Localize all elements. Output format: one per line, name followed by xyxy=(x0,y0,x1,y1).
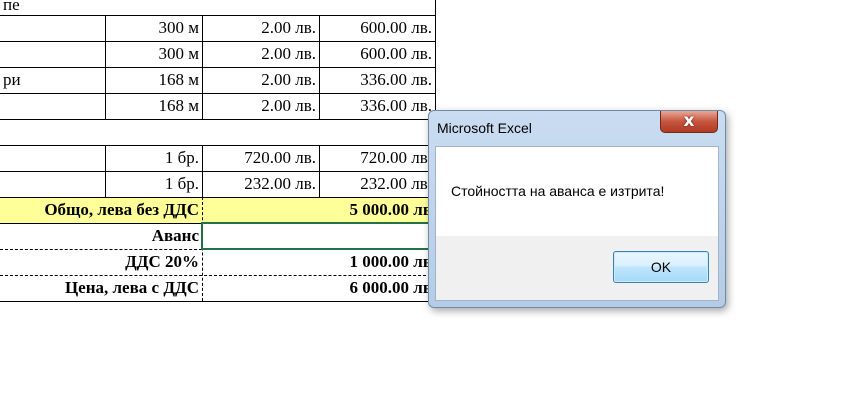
close-button[interactable]: x xyxy=(660,111,718,133)
item-desc-cell[interactable] xyxy=(0,42,105,68)
total-label-cell[interactable]: Цена, лева с ДДС xyxy=(0,276,202,302)
item-qty-cell[interactable]: 168 м xyxy=(105,94,202,120)
item-qty-cell[interactable]: 300 м xyxy=(105,16,202,42)
item-desc-cell[interactable] xyxy=(0,94,105,120)
grid-line xyxy=(0,275,436,276)
item-price-cell[interactable]: 232.00 лв. xyxy=(202,172,319,198)
grid-line xyxy=(0,145,436,146)
item-qty-cell[interactable]: 1 бр. xyxy=(105,146,202,172)
vat-value-cell[interactable]: 1 000.00 лв xyxy=(202,250,435,276)
grid-line xyxy=(202,145,203,197)
item-price-cell[interactable]: 720.00 лв. xyxy=(202,146,319,172)
grid-line xyxy=(0,41,436,42)
item-desc-cell[interactable] xyxy=(0,16,105,42)
dialog-message: Стойността на аванса е изтрита! xyxy=(451,183,665,199)
subtotal-label-cell[interactable]: Общо, лева без ДДС xyxy=(0,198,202,224)
subtotal-value-cell[interactable]: 5 000.00 лв xyxy=(202,198,435,224)
item-desc-cell[interactable] xyxy=(0,120,105,146)
item-desc-cell[interactable] xyxy=(0,146,105,172)
grid-line xyxy=(105,145,106,197)
dialog-title: Microsoft Excel xyxy=(437,120,532,136)
item-qty-cell[interactable]: 300 м xyxy=(105,42,202,68)
ok-button[interactable]: OK xyxy=(613,251,709,283)
item-total-cell[interactable]: 600.00 лв. xyxy=(319,16,435,42)
grid-line xyxy=(0,67,436,68)
item-desc-cell[interactable]: ри xyxy=(0,68,105,94)
message-dialog[interactable]: Microsoft Excel x Стойността на аванса е… xyxy=(428,110,726,308)
grid-line xyxy=(0,197,436,198)
grid-line xyxy=(0,171,436,172)
grid-line xyxy=(0,15,436,16)
advance-label-cell[interactable]: Аванс xyxy=(0,224,202,250)
item-qty-cell[interactable]: 168 м xyxy=(105,68,202,94)
dialog-body: Стойността на аванса е изтрита! OK xyxy=(435,146,719,301)
item-total-cell[interactable]: 232.00 лв. xyxy=(319,172,435,198)
grid-line xyxy=(0,301,436,302)
selected-cell-outline[interactable] xyxy=(201,222,436,250)
grid-line xyxy=(0,119,436,120)
item-total-cell[interactable]: 720.00 лв. xyxy=(319,146,435,172)
grid-line xyxy=(202,15,203,119)
grid-line xyxy=(105,15,106,119)
item-total-cell[interactable]: 336.00 лв. xyxy=(319,68,435,94)
header-cell[interactable]: пе xyxy=(0,0,120,13)
item-price-cell[interactable]: 2.00 лв. xyxy=(202,42,319,68)
grid-line xyxy=(319,145,320,197)
grid-line xyxy=(319,15,320,119)
item-qty-cell[interactable]: 1 бр. xyxy=(105,172,202,198)
item-price-cell[interactable]: 2.00 лв. xyxy=(202,94,319,120)
dialog-message-area: Стойността на аванса е изтрита! xyxy=(436,147,718,236)
item-price-cell[interactable]: 2.00 лв. xyxy=(202,16,319,42)
total-value-cell[interactable]: 6 000.00 лв xyxy=(202,276,435,302)
grid-line xyxy=(0,93,436,94)
item-desc-cell[interactable] xyxy=(0,172,105,198)
item-total-cell[interactable]: 600.00 лв. xyxy=(319,42,435,68)
item-total-cell[interactable]: 336.00 лв. xyxy=(319,94,435,120)
vat-label-cell[interactable]: ДДС 20% xyxy=(0,250,202,276)
item-price-cell[interactable]: 2.00 лв. xyxy=(202,68,319,94)
close-icon: x xyxy=(683,111,695,131)
